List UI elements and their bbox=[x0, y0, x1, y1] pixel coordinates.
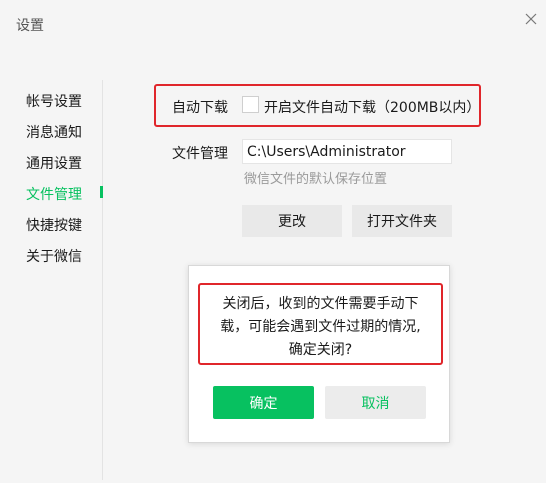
dialog-message-line-2: 载，可能会遇到文件过期的情况, bbox=[220, 319, 421, 335]
window-title: 设置 bbox=[16, 18, 44, 34]
sidebar-item-account[interactable]: 帐号设置 bbox=[26, 91, 82, 111]
sidebar-divider bbox=[102, 80, 103, 480]
file-management-label: 文件管理 bbox=[172, 146, 228, 162]
save-path-input[interactable] bbox=[242, 139, 452, 164]
confirm-button[interactable]: 确定 bbox=[213, 386, 314, 419]
close-button[interactable] bbox=[524, 12, 538, 26]
open-folder-button[interactable]: 打开文件夹 bbox=[352, 205, 452, 237]
dialog-message: 关闭后，收到的文件需要手动下 载，可能会遇到文件过期的情况, 确定关闭? bbox=[198, 283, 443, 365]
close-icon bbox=[525, 13, 537, 25]
settings-window: 设置 帐号设置 消息通知 通用设置 文件管理 快捷按键 关于微信 自动下载 开启… bbox=[0, 0, 546, 483]
cancel-button[interactable]: 取消 bbox=[325, 386, 426, 419]
sidebar-item-shortcuts[interactable]: 快捷按键 bbox=[26, 215, 82, 235]
dialog-message-line-3: 确定关闭? bbox=[288, 342, 353, 358]
sidebar-item-notifications[interactable]: 消息通知 bbox=[26, 122, 82, 142]
auto-download-highlight bbox=[154, 84, 481, 127]
change-path-button[interactable]: 更改 bbox=[242, 205, 342, 237]
sidebar-item-general[interactable]: 通用设置 bbox=[26, 153, 82, 173]
confirm-dialog: 关闭后，收到的文件需要手动下 载，可能会遇到文件过期的情况, 确定关闭? 确定 … bbox=[188, 265, 450, 443]
active-item-marker bbox=[100, 186, 103, 198]
dialog-message-line-1: 关闭后，收到的文件需要手动下 bbox=[222, 296, 419, 312]
sidebar-item-about[interactable]: 关于微信 bbox=[26, 246, 82, 266]
sidebar-item-file-management[interactable]: 文件管理 bbox=[26, 184, 82, 204]
save-path-hint: 微信文件的默认保存位置 bbox=[244, 172, 388, 187]
